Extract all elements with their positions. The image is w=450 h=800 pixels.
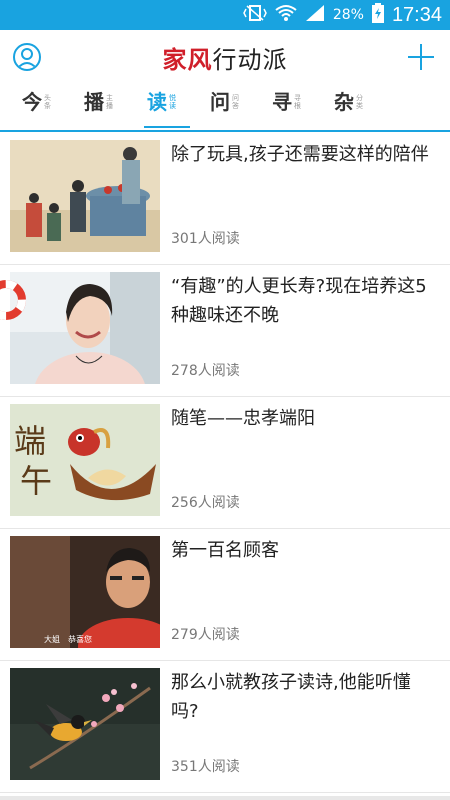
article-item[interactable]: 那么小就教孩子读诗,他能听懂吗? 351人阅读 bbox=[0, 660, 450, 793]
article-title: 那么小就教孩子读诗,他能听懂吗? bbox=[171, 672, 411, 722]
status-bar: 28% 17:34 bbox=[0, 0, 450, 30]
article-thumbnail: 大姐 恭喜您 bbox=[10, 536, 160, 648]
thumb-subtitle-name: 大姐 bbox=[44, 634, 60, 644]
article-item[interactable]: 大姐 恭喜您 第一百名顾客 279人阅读 bbox=[0, 528, 450, 661]
vibrate-icon bbox=[242, 4, 267, 26]
status-time: 17:34 bbox=[391, 3, 442, 26]
tab-sublabel: 问答 bbox=[232, 94, 239, 110]
tab-sublabel: 头条 bbox=[44, 94, 51, 110]
article-title: 随笔——忠孝端阳 bbox=[171, 408, 315, 429]
app-title: 家风行动派 bbox=[0, 40, 450, 75]
tab-label: 读 bbox=[147, 90, 167, 114]
tab-xun[interactable]: 寻 寻根 bbox=[272, 90, 303, 126]
article-thumbnail: 端 午 bbox=[10, 404, 160, 516]
thumb-text-wu: 午 bbox=[20, 462, 52, 500]
bottom-divider bbox=[0, 796, 450, 800]
app-title-part1: 家风 bbox=[162, 45, 213, 74]
tab-wen[interactable]: 问 问答 bbox=[210, 90, 241, 126]
battery-level: 28% bbox=[332, 7, 364, 23]
thumb-subtitle-text: 恭喜您 bbox=[68, 634, 92, 644]
status-bar-right: 28% 17:34 bbox=[242, 0, 442, 30]
tab-sublabel: 寻根 bbox=[294, 94, 301, 110]
article-read-count: 256人阅读 bbox=[171, 495, 240, 511]
article-item[interactable]: 端 午 随笔——忠孝端阳 256人阅读 bbox=[0, 396, 450, 529]
active-tab-indicator bbox=[144, 126, 190, 128]
article-item[interactable]: 除了玩具,孩子还需要这样的陪伴 301人阅读 bbox=[0, 132, 450, 265]
tab-sublabel: 主播 bbox=[106, 94, 113, 110]
article-title: 除了玩具,孩子还需要这样的陪伴 bbox=[171, 144, 429, 165]
tab-sublabel: 悦读 bbox=[169, 94, 176, 110]
category-tabs: 今 头条 播 主播 读 悦读 问 问答 寻 寻根 杂 分类 bbox=[0, 88, 450, 132]
thumb-text-duan: 端 bbox=[14, 422, 46, 460]
tab-du[interactable]: 读 悦读 bbox=[147, 90, 178, 126]
tab-sublabel: 分类 bbox=[356, 94, 363, 110]
app-header: 家风行动派 bbox=[0, 30, 450, 88]
tab-jin[interactable]: 今 头条 bbox=[22, 90, 53, 126]
article-thumbnail bbox=[10, 668, 160, 780]
battery-icon bbox=[371, 3, 384, 27]
article-read-count: 279人阅读 bbox=[171, 627, 240, 643]
article-item[interactable]: “有趣”的人更长寿?现在培养这5种趣味还不晚 278人阅读 bbox=[0, 264, 450, 397]
wifi-icon bbox=[275, 4, 297, 26]
tab-label: 今 bbox=[22, 90, 42, 114]
article-read-count: 301人阅读 bbox=[171, 231, 240, 247]
tab-label: 杂 bbox=[334, 90, 354, 114]
tab-label: 播 bbox=[84, 90, 104, 114]
tab-za[interactable]: 杂 分类 bbox=[334, 90, 365, 126]
tab-label: 寻 bbox=[272, 90, 292, 114]
article-thumbnail bbox=[10, 140, 160, 252]
article-title: 第一百名顾客 bbox=[171, 540, 279, 561]
article-thumbnail bbox=[10, 272, 160, 384]
article-read-count: 278人阅读 bbox=[171, 363, 240, 379]
lifebuoy-icon[interactable] bbox=[0, 280, 26, 320]
tab-bo[interactable]: 播 主播 bbox=[84, 90, 115, 126]
article-title: “有趣”的人更长寿?现在培养这5种趣味还不晚 bbox=[171, 276, 427, 326]
plus-icon[interactable] bbox=[406, 42, 436, 72]
signal-icon bbox=[305, 4, 325, 26]
app-title-part2: 行动派 bbox=[212, 46, 288, 74]
article-read-count: 351人阅读 bbox=[171, 759, 240, 775]
tab-label: 问 bbox=[210, 90, 230, 114]
